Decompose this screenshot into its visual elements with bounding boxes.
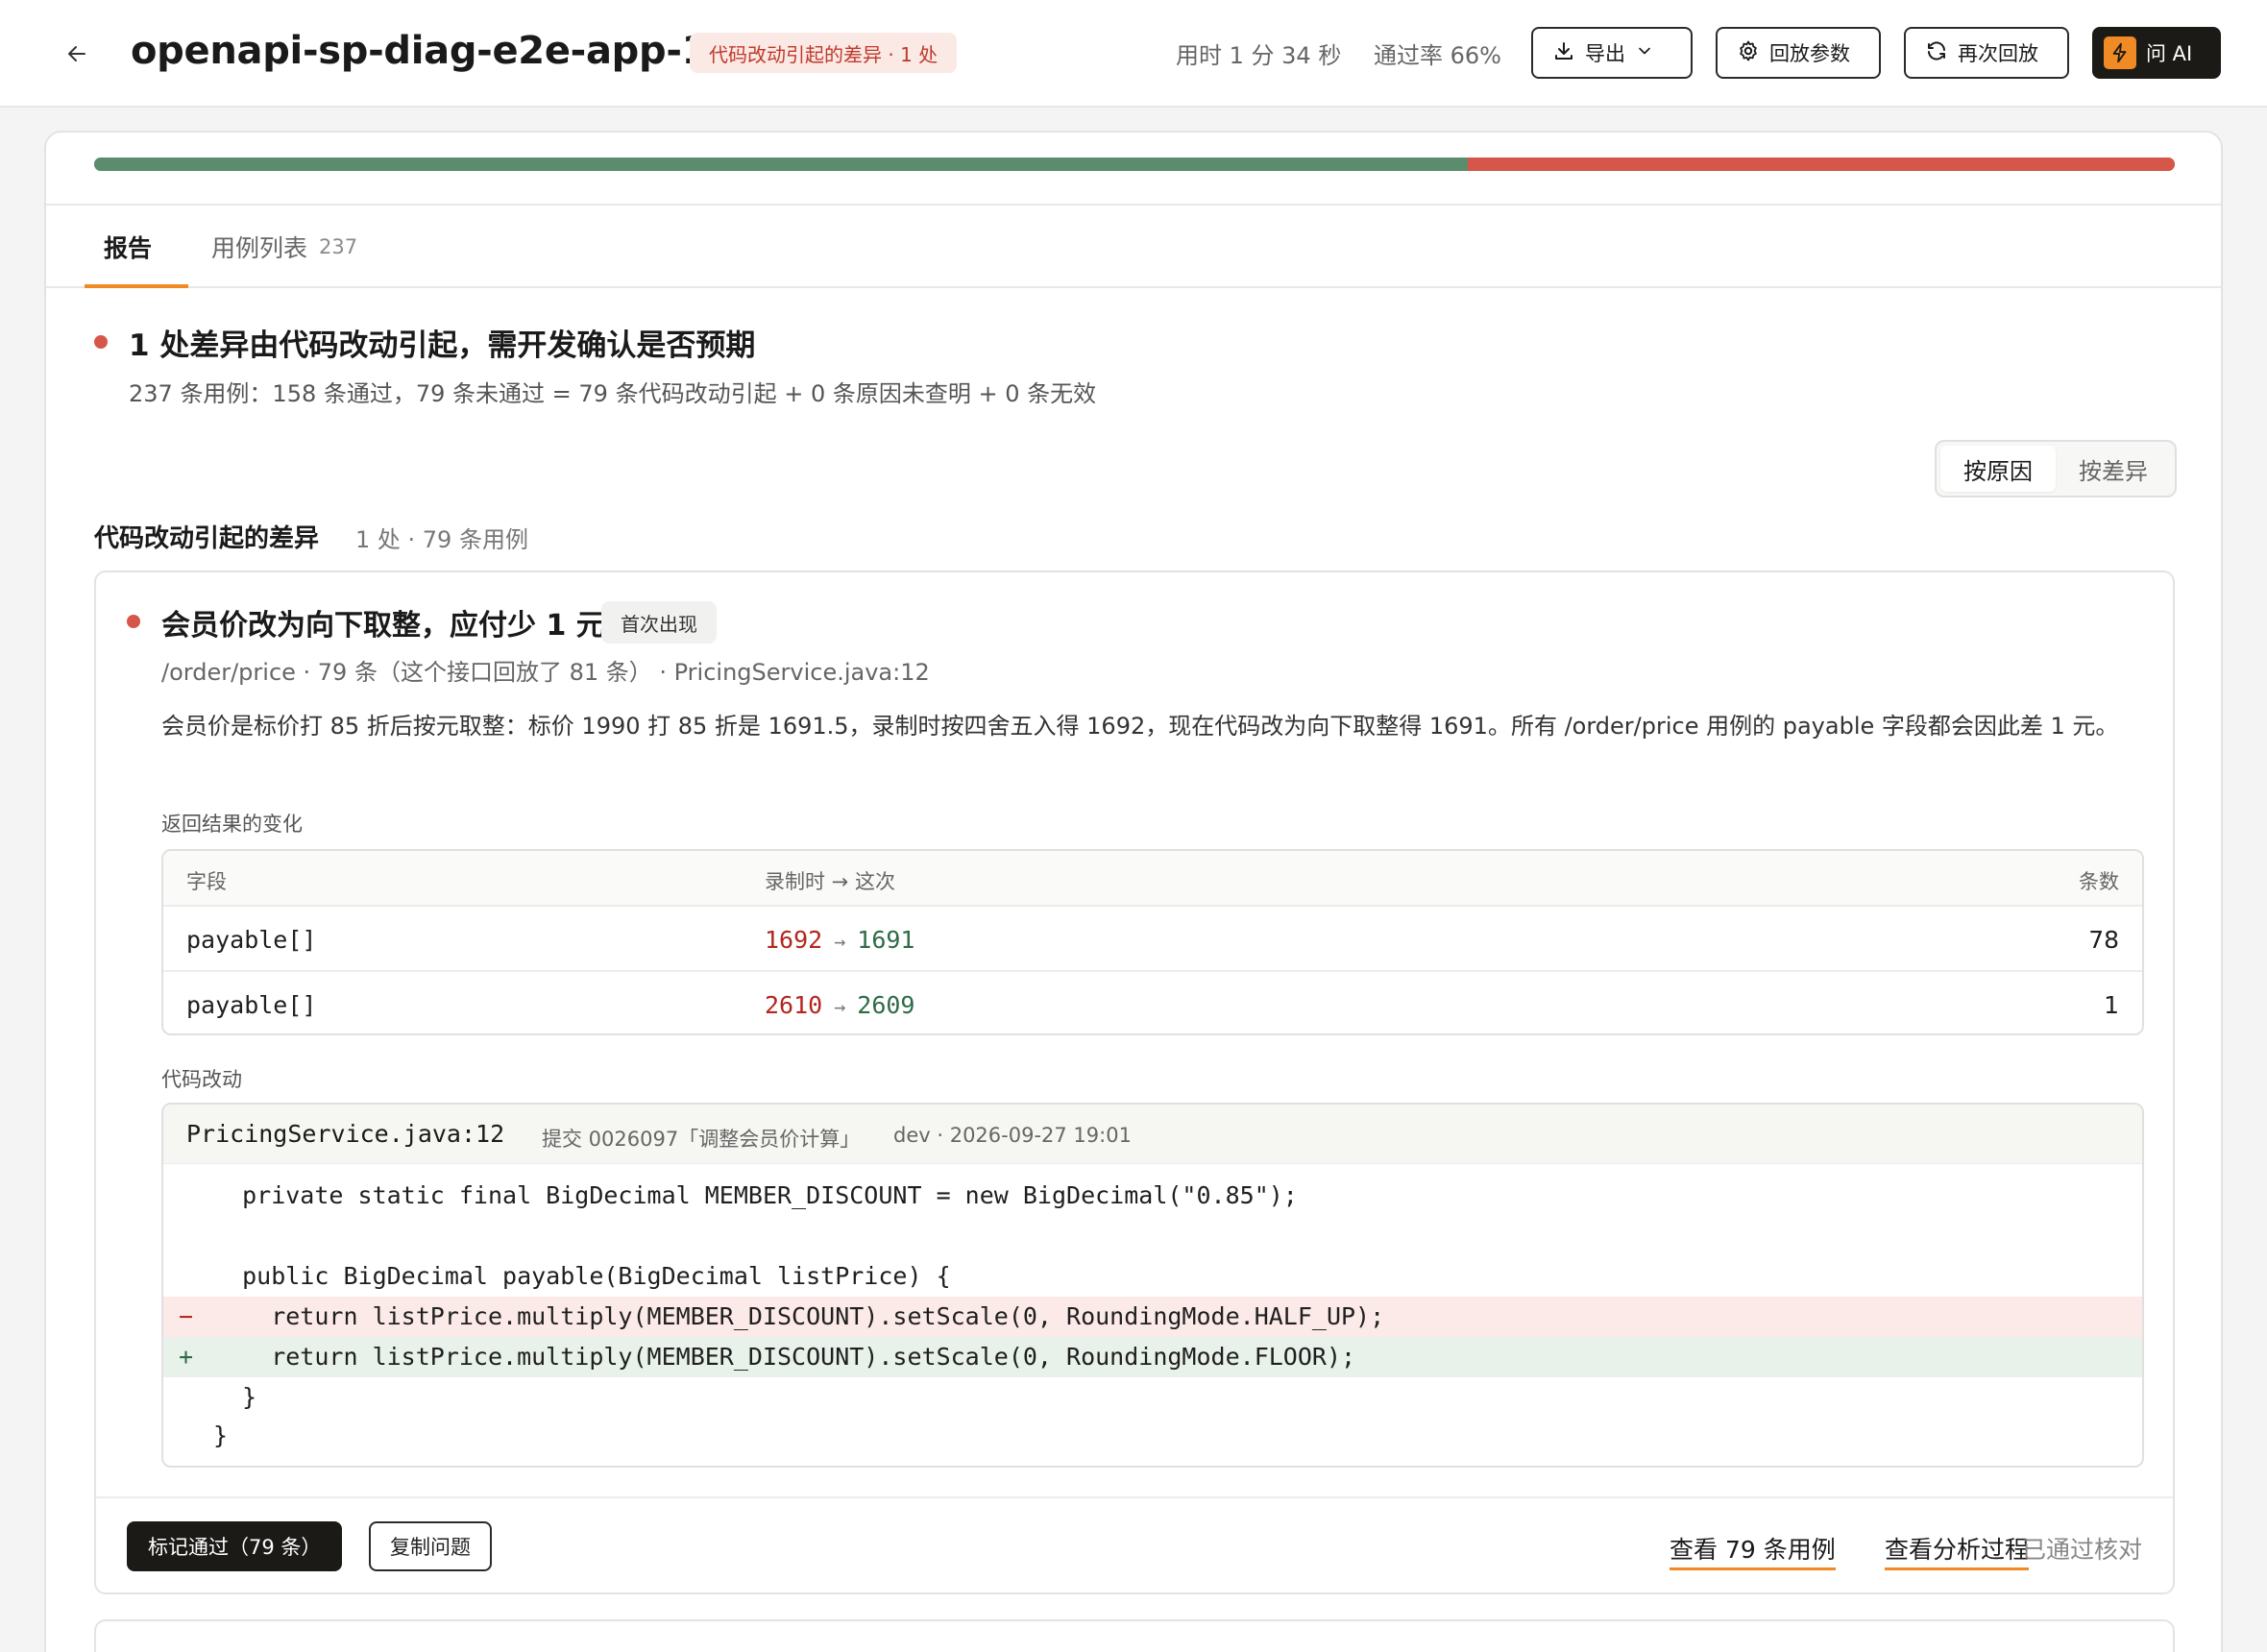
code-text: public BigDecimal payable(BigDecimal lis… [213, 1262, 951, 1290]
code-text: return listPrice.multiply(MEMBER_DISCOUN… [213, 1343, 1356, 1371]
diff-count-badge: 代码改动引起的差异 · 1 处 [690, 33, 958, 73]
code-diff-block: PricingService.java:12 提交 0026097「调整会员价计… [161, 1103, 2144, 1468]
report-card: 报告 用例列表 237 1 处差异由代码改动引起，需开发确认是否预期 237 条… [44, 131, 2223, 1652]
export-button[interactable]: 导出 [1531, 27, 1693, 79]
code-text: } [213, 1421, 229, 1449]
code-text: return listPrice.multiply(MEMBER_DISCOUN… [213, 1302, 1385, 1330]
diff-marker: + [179, 1343, 194, 1371]
tab-case-list-label: 用例列表 [211, 234, 308, 262]
group-by-toggle: 按原因 按差异 [1935, 440, 2177, 498]
summary-title: 1 处差异由代码改动引起，需开发确认是否预期 [129, 328, 756, 363]
pass-progress-bar [94, 158, 2175, 171]
code-line-added: + return listPrice.multiply(MEMBER_DISCO… [163, 1337, 2142, 1377]
replay-again-label: 再次回放 [1958, 42, 2038, 65]
copy-issue-button[interactable]: 复制问题 [369, 1521, 492, 1571]
view-analysis-link[interactable]: 查看分析过程 [1885, 1531, 2030, 1570]
code-line-removed: − return listPrice.multiply(MEMBER_DISCO… [163, 1297, 2142, 1337]
change-column-header: 录制时 → 这次 [765, 870, 895, 893]
gear-icon [1737, 39, 1760, 67]
issue-card: 会员价改为向下取整，应付少 1 元 首次出现 /order/price · 79… [94, 571, 2175, 1594]
code-text: private static final BigDecimal MEMBER_D… [213, 1181, 1298, 1209]
active-tab-indicator [85, 284, 188, 288]
current-value: 2609 [857, 991, 915, 1019]
arrow-icon: → [834, 930, 846, 953]
section-meta: 1 处 · 79 条用例 [355, 526, 528, 553]
tab-bar: 报告 用例列表 237 [46, 204, 2221, 288]
arrow-icon: → [834, 995, 846, 1018]
code-text: } [213, 1383, 257, 1411]
code-line: public BigDecimal payable(BigDecimal lis… [163, 1256, 2142, 1297]
refresh-icon [1925, 39, 1948, 67]
top-header: openapi-sp-diag-e2e-app-130 代码改动引起的差异 · … [0, 0, 2267, 108]
issue-title: 会员价改为向下取整，应付少 1 元 [161, 609, 605, 643]
table-row: payable[] 1692 → 1691 78 [163, 909, 2142, 972]
current-value: 1691 [857, 926, 915, 954]
row-count: 1 [2104, 991, 2119, 1019]
tab-report-label: 报告 [104, 234, 153, 262]
replay-again-button[interactable]: 再次回放 [1904, 27, 2069, 79]
commit-info: 提交 0026097「调整会员价计算」 [542, 1128, 861, 1151]
count-column-header: 条数 [2079, 870, 2119, 893]
result-changes-table: 字段 录制时 → 这次 条数 payable[] 1692 → 1691 78 pa… [161, 849, 2144, 1035]
first-seen-badge: 首次出现 [601, 601, 717, 644]
result-changes-label: 返回结果的变化 [161, 813, 303, 836]
back-arrow-icon[interactable] [60, 36, 94, 71]
diff-marker: − [179, 1302, 194, 1330]
code-line: private static final BigDecimal MEMBER_D… [163, 1176, 2142, 1216]
recorded-value: 2610 [765, 991, 823, 1019]
branch-date: dev · 2026-09-27 19:01 [893, 1124, 1132, 1147]
code-change-label: 代码改动 [161, 1068, 242, 1091]
mark-pass-button[interactable]: 标记通过（79 条） [127, 1521, 343, 1571]
progress-pass-segment [94, 158, 1468, 171]
next-issue-card [94, 1619, 2175, 1652]
replay-params-label: 回放参数 [1769, 42, 1850, 65]
summary-breakdown: 237 条用例：158 条通过，79 条未通过 = 79 条代码改动引起 + 0… [129, 380, 1097, 407]
group-by-cause-option[interactable]: 按原因 [1940, 446, 2056, 492]
issue-path: /order/price · 79 条（这个接口回放了 81 条） · Pric… [161, 659, 930, 686]
verified-status: 已通过核对 [2021, 1536, 2142, 1564]
table-header-row: 字段 录制时 → 这次 条数 [163, 851, 2142, 907]
ask-ai-label: 问 AI [2146, 42, 2193, 65]
issue-actions-footer: 标记通过（79 条） 复制问题 查看 79 条用例 查看分析过程 已通过核对 [96, 1496, 2173, 1592]
tab-report[interactable]: 报告 [104, 206, 152, 288]
field-column-header: 字段 [186, 870, 227, 893]
field-name: payable[] [186, 991, 317, 1019]
recorded-value: 1692 [765, 926, 823, 954]
section-title: 代码改动引起的差异 [94, 524, 320, 553]
export-label: 导出 [1585, 42, 1625, 65]
pass-rate-text: 通过率 66% [1374, 42, 1501, 69]
row-count: 78 [2088, 926, 2119, 954]
value-change: 2610 → 2609 [765, 991, 914, 1019]
code-line: } [163, 1416, 2142, 1456]
tab-case-list[interactable]: 用例列表 237 [211, 206, 357, 288]
field-name: payable[] [186, 926, 317, 954]
replay-params-button[interactable]: 回放参数 [1716, 27, 1881, 79]
ask-ai-button[interactable]: 问 AI [2092, 27, 2221, 79]
issue-description: 会员价是标价打 85 折后按元取整：标价 1990 打 85 折是 1691.5… [161, 713, 2119, 740]
duration-text: 用时 1 分 34 秒 [1176, 42, 1342, 69]
code-file-location: PricingService.java:12 [186, 1120, 505, 1148]
lightning-icon [2104, 36, 2136, 69]
tab-case-count: 237 [319, 235, 358, 258]
code-diff-header: PricingService.java:12 提交 0026097「调整会员价计… [163, 1105, 2142, 1164]
value-change: 1692 → 1691 [765, 926, 914, 954]
issue-status-dot [127, 615, 140, 628]
group-by-diff-option[interactable]: 按差异 [2056, 446, 2171, 492]
download-icon [1552, 39, 1575, 67]
view-cases-link[interactable]: 查看 79 条用例 [1670, 1531, 1836, 1570]
summary-status-dot [94, 335, 108, 349]
progress-fail-segment [1467, 158, 2175, 171]
table-row: payable[] 2610 → 2609 1 [163, 974, 2142, 1033]
chevron-down-icon [1635, 41, 1654, 65]
app-title: openapi-sp-diag-e2e-app-130 [131, 29, 762, 73]
code-line: } [163, 1377, 2142, 1418]
